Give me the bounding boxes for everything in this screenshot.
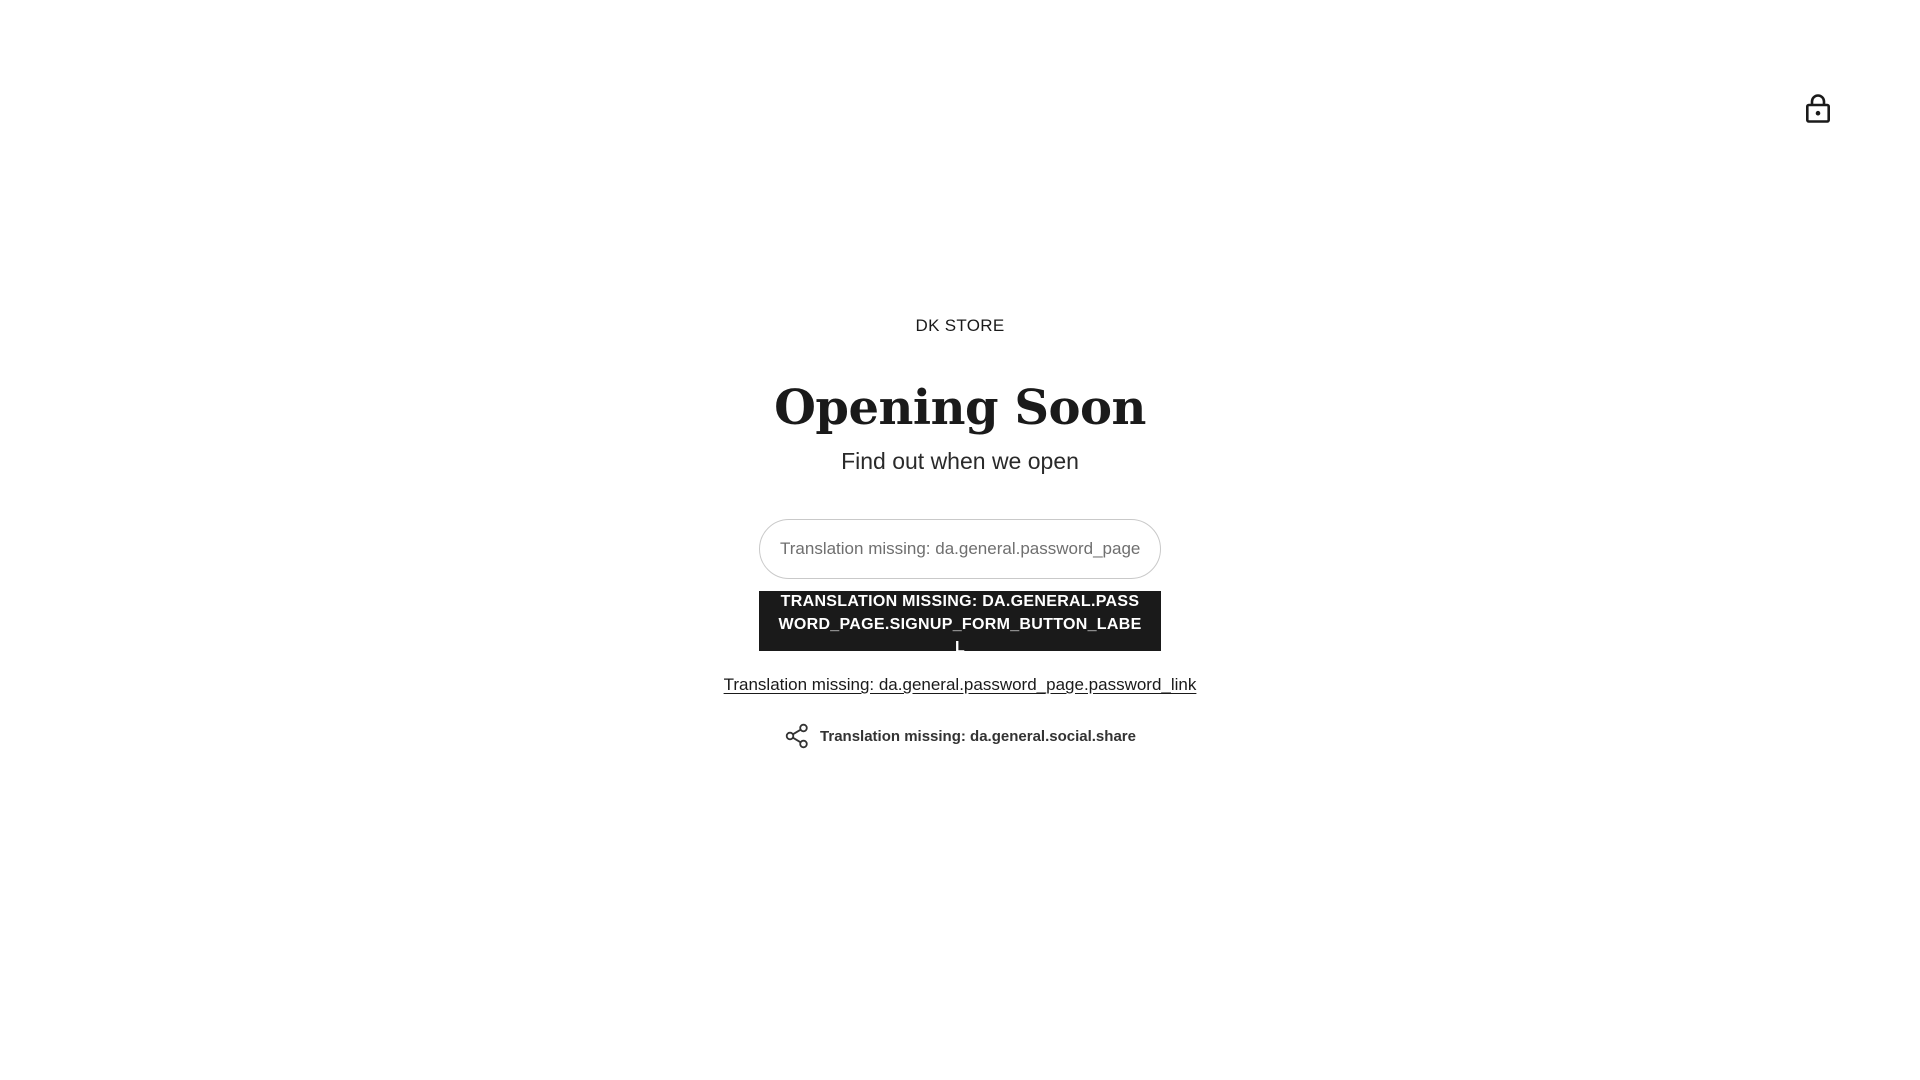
main-content: DK STORE Opening Soon Find out when we o… — [0, 310, 1920, 749]
lock-icon — [1805, 94, 1830, 123]
signup-button[interactable]: Translation missing: da.general.password… — [759, 591, 1161, 651]
password-link[interactable]: Translation missing: da.general.password… — [724, 673, 1197, 697]
signup-form: Translation missing: da.general.password… — [759, 519, 1161, 651]
share-label: Translation missing: da.general.social.s… — [820, 727, 1136, 745]
page-headline: Opening Soon — [774, 380, 1146, 436]
store-name: DK STORE — [915, 316, 1005, 335]
password-page: DK STORE Opening Soon Find out when we o… — [0, 0, 1920, 1080]
page-subtext: Find out when we open — [841, 448, 1079, 474]
share-button[interactable]: Translation missing: da.general.social.s… — [784, 723, 1136, 749]
email-input[interactable] — [759, 519, 1161, 579]
share-icon — [785, 723, 808, 749]
signup-button-label: Translation missing: da.general.password… — [778, 593, 1142, 651]
password-login-button[interactable] — [1802, 90, 1834, 126]
